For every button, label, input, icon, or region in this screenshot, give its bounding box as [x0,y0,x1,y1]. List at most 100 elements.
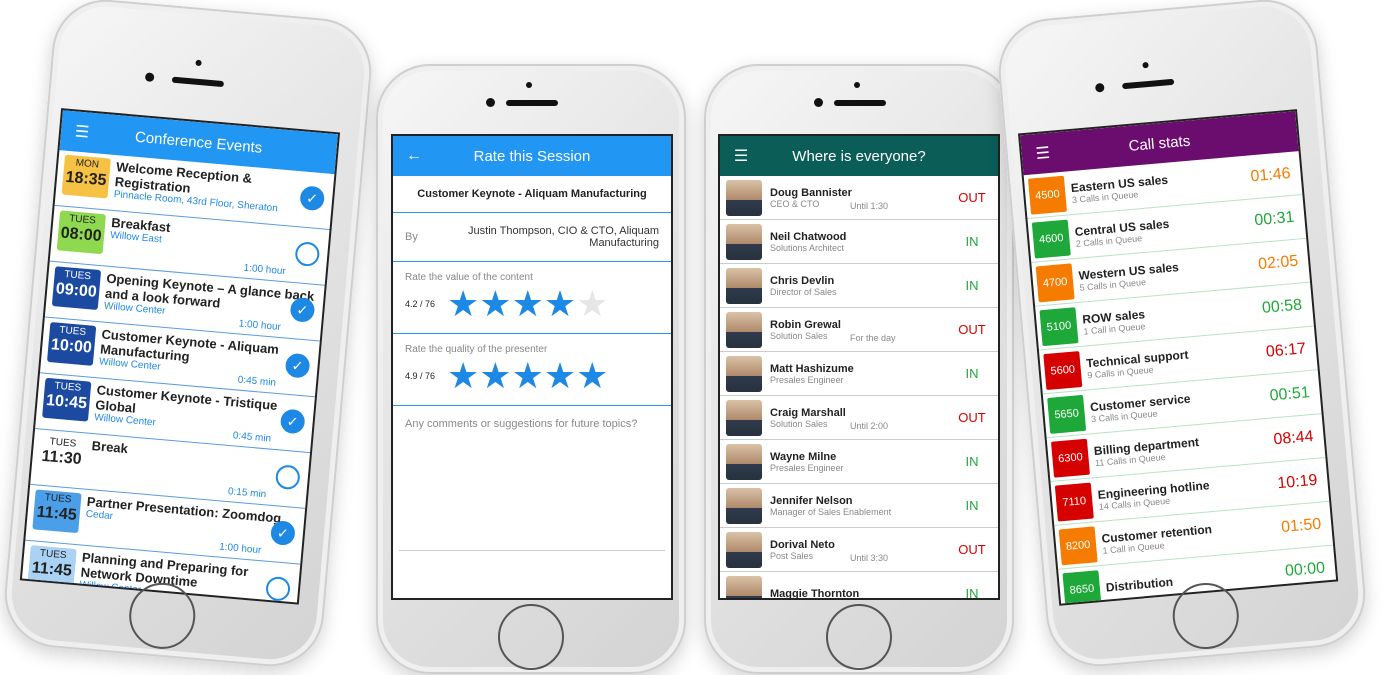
content-star-group[interactable]: ★★★★★ [447,285,608,323]
queue-wait-time: 01:50 [1280,515,1322,536]
queue-info: Customer service 3 Calls in Queue [1083,386,1250,424]
content-rating: Rate the value of the content 4.2 / 76 ★… [393,262,671,334]
queue-code: 4700 [1035,262,1075,302]
avatar [726,487,762,524]
content-stars[interactable]: 4.2 / 76 ★★★★★ [405,285,659,323]
person-row[interactable]: Neil Chatwood Solutions Architect IN [720,220,998,264]
content-score: 4.2 / 76 [405,299,436,309]
person-role: Solutions Architect [770,242,845,253]
star-icon[interactable]: ★ [512,355,544,396]
avatar [726,531,762,568]
queue-code: 4600 [1031,219,1071,259]
star-icon[interactable]: ★ [576,355,608,396]
queue-code: 7110 [1054,482,1094,522]
earpiece-speaker [1122,78,1175,90]
hamburger-icon[interactable]: ☰ [726,146,756,166]
back-arrow-icon[interactable]: ← [399,147,429,165]
screen: ← Rate this Session Customer Keynote - A… [391,134,673,600]
speaker-row: By Justin Thompson, CIO & CTO, Aliquam M… [393,213,671,262]
star-icon[interactable]: ★ [479,283,511,324]
person-row[interactable]: Chris Devlin Director of Sales IN [720,264,998,308]
avatar [726,575,762,598]
person-row[interactable]: Matt Hashizume Presales Engineer IN [720,352,998,396]
queue-code: 5650 [1047,394,1087,434]
person-name: Jennifer Nelson [770,494,853,507]
presenter-star-group[interactable]: ★★★★★ [447,357,608,395]
person-info: Matt Hashizume Presales Engineer [762,363,952,385]
presenter-rating-label: Rate the quality of the presenter [405,344,548,355]
star-icon[interactable]: ★ [544,355,576,396]
person-note: For the day [850,333,896,343]
avatar [726,223,762,260]
person-row[interactable]: Dorival Neto Post Sales Until 3:30 OUT [720,528,998,572]
event-time: 11:45 [36,503,78,524]
person-row[interactable]: Doug Bannister CEO & CTO Until 1:30 OUT [720,176,998,220]
person-row[interactable]: Craig Marshall Solution Sales Until 2:00 OU… [720,396,998,440]
event-time: 18:35 [64,168,108,190]
person-role: Presales Engineer [770,462,844,473]
status-badge: IN [965,278,979,293]
comments-field[interactable]: Any comments or suggestions for future t… [399,406,665,551]
home-button[interactable] [498,604,564,670]
event-day: MON [75,157,100,171]
queue-info: Distribution [1099,566,1266,594]
person-name: Matt Hashizume [770,362,854,375]
status-badge: IN [965,586,979,600]
avatar [726,267,762,304]
person-row[interactable]: Jennifer Nelson Manager of Sales Enableme… [720,484,998,528]
queue-wait-time: 00:51 [1269,383,1311,405]
person-row[interactable]: Wayne Milne Presales Engineer IN [720,440,998,484]
presenter-stars[interactable]: 4.9 / 76 ★★★★★ [405,357,659,395]
presenter-rating: Rate the quality of the presenter 4.9 / … [393,334,671,406]
home-button[interactable] [826,604,892,670]
content-rating-label: Rate the value of the content [405,272,533,283]
star-icon[interactable]: ★ [576,283,608,324]
event-day: TUES [54,380,82,394]
event-date-badge: TUES 08:00 [56,210,107,255]
status-badge: IN [965,234,979,249]
event-date-badge: TUES 09:00 [51,266,102,311]
screen: ☰ Where is everyone? Doug Bannister CEO &… [718,134,1000,600]
app-bar: ☰ Where is everyone? [720,136,998,176]
screen: ☰ Conference Events MON 18:35 Welcome Rece… [19,108,341,605]
event-date-badge: MON 18:35 [61,154,111,199]
star-icon[interactable]: ★ [544,283,576,324]
event-duration: 0:45 min [232,430,272,445]
person-name: Chris Devlin [770,274,835,287]
status-badge: OUT [958,542,986,557]
front-sensor [854,82,860,88]
avatar [726,311,762,348]
hamburger-icon[interactable]: ☰ [66,121,98,144]
person-row[interactable]: Maggie Thornton IN [720,572,998,600]
queue-wait-time: 01:46 [1249,164,1292,185]
star-icon[interactable]: ★ [512,283,544,324]
star-icon[interactable]: ★ [447,283,479,324]
event-day: TUES [39,547,67,562]
event-duration: 0:45 min [237,374,277,389]
earpiece-speaker [506,100,558,106]
avatar [726,399,762,436]
by-label: By [405,231,418,243]
person-info: Neil Chatwood Solutions Architect [762,231,952,253]
status-badge: OUT [958,322,986,337]
person-info: Chris Devlin Director of Sales [762,275,952,297]
event-time: 11:30 [40,447,83,469]
person-note: Until 2:00 [850,421,889,431]
person-row[interactable]: Robin Grewal Solution Sales For the day OUT [720,308,998,352]
event-date-badge: TUES11:45 [27,545,77,589]
front-sensor [526,82,532,88]
star-icon[interactable]: ★ [447,355,479,396]
hamburger-icon[interactable]: ☰ [1027,142,1059,165]
person-name: Doug Bannister [770,186,852,199]
star-icon[interactable]: ★ [479,355,511,396]
person-name: Wayne Milne [770,450,837,463]
phone-conference-events: ☰ Conference Events MON 18:35 Welcome Rece… [0,0,376,671]
screen: ☰ Call stats 4500 Eastern US sales 3 Calls… [1017,109,1339,606]
event-date-badge: TUES11:45 [22,600,72,605]
event-duration: 0:15 min [227,486,267,501]
event-day: TUES [68,213,97,227]
person-info: Wayne Milne Presales Engineer [762,451,952,473]
queue-list: 4500 Eastern US sales 3 Calls in Queue 01:4… [1023,151,1337,606]
earpiece-speaker [834,100,886,106]
event-duration: 1:00 hour [243,262,287,278]
